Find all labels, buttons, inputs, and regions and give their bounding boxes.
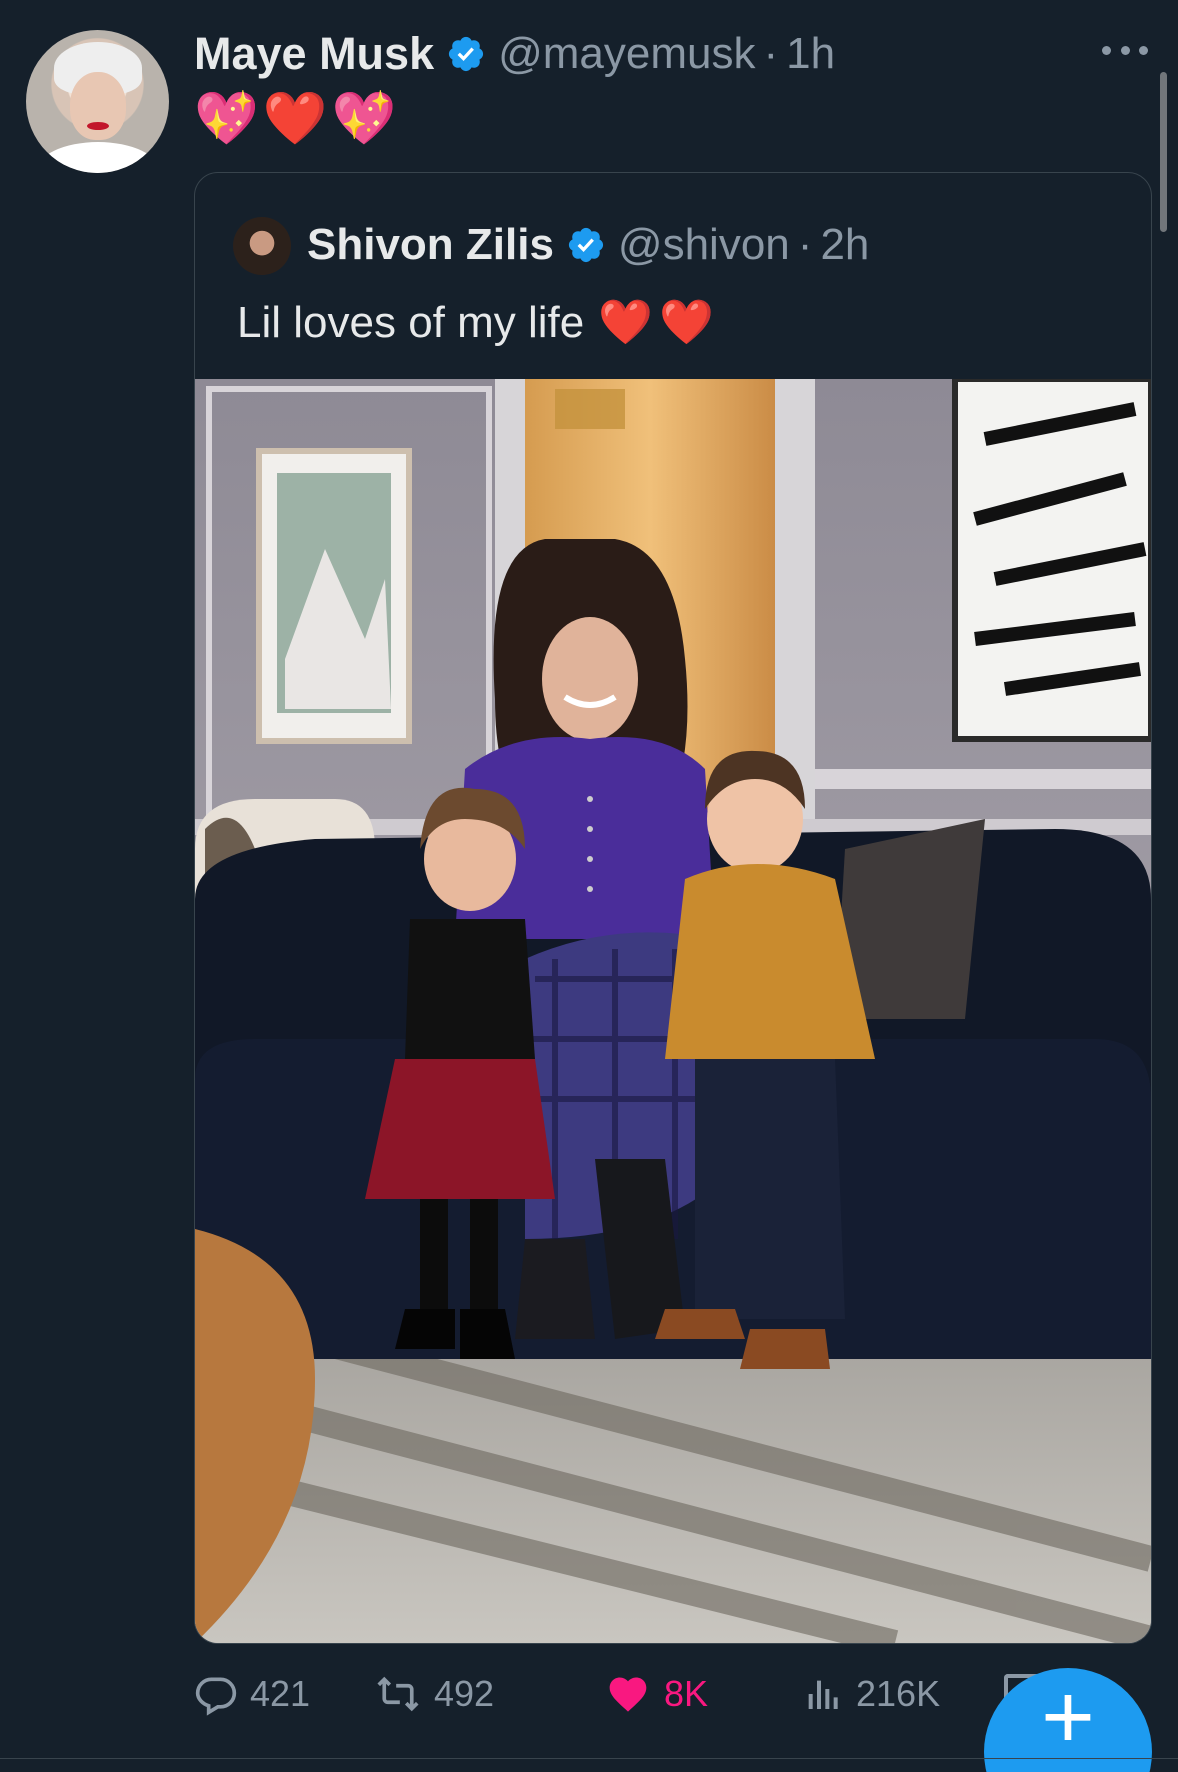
reply-icon — [195, 1677, 237, 1716]
tweet-text: 💖❤️💖 — [194, 90, 401, 148]
quoted-tweet-header: Shivon Zilis @shivon · 2h — [307, 213, 869, 277]
repost-button[interactable]: 492 — [374, 1666, 494, 1722]
author-avatar[interactable] — [26, 30, 169, 173]
verified-badge-icon — [568, 227, 604, 263]
divider — [0, 1758, 1178, 1759]
family-photo[interactable] — [195, 379, 1151, 1643]
tweet-timestamp[interactable]: 1h — [786, 29, 835, 79]
quoted-tweet-emoji: ❤️❤️ — [598, 298, 720, 347]
tweet-detail-screen: Maye Musk @mayemusk · 1h 💖❤️💖 Shivon Zil… — [0, 0, 1178, 1772]
quoted-author-handle[interactable]: @shivon — [618, 220, 790, 270]
quoted-author-avatar[interactable] — [233, 217, 291, 275]
photo-illustration — [195, 379, 1151, 1643]
verified-badge-icon — [449, 36, 484, 72]
quoted-author-display-name[interactable]: Shivon Zilis — [307, 220, 554, 270]
quoted-tweet-text: Lil loves of my life ❤️❤️ — [237, 287, 720, 359]
reply-button[interactable]: 421 — [194, 1666, 310, 1722]
heart-filled-icon — [609, 1677, 647, 1712]
separator-dot: · — [763, 29, 779, 78]
tweet-header: Maye Musk @mayemusk · 1h — [194, 24, 835, 84]
scrollbar[interactable] — [1160, 72, 1167, 232]
view-count: 216K — [856, 1673, 941, 1714]
plus-icon: + — [1041, 1666, 1095, 1768]
quoted-tweet-caption: Lil loves of my life — [237, 298, 585, 347]
author-display-name[interactable]: Maye Musk — [194, 28, 434, 80]
like-count: 8K — [664, 1673, 709, 1714]
reply-count: 421 — [250, 1673, 311, 1714]
views-icon — [808, 1680, 838, 1709]
quoted-tweet-card[interactable]: Shivon Zilis @shivon · 2h Lil loves of m… — [194, 172, 1152, 1644]
separator-dot: · — [797, 220, 813, 269]
repost-count: 492 — [434, 1673, 495, 1714]
more-horizontal-icon[interactable] — [1102, 40, 1148, 60]
like-button[interactable]: 8K — [604, 1666, 708, 1722]
views-button[interactable]: 216K — [804, 1666, 940, 1722]
repost-icon — [377, 1676, 419, 1712]
author-handle[interactable]: @mayemusk — [498, 29, 755, 79]
quoted-tweet-timestamp[interactable]: 2h — [820, 220, 869, 270]
